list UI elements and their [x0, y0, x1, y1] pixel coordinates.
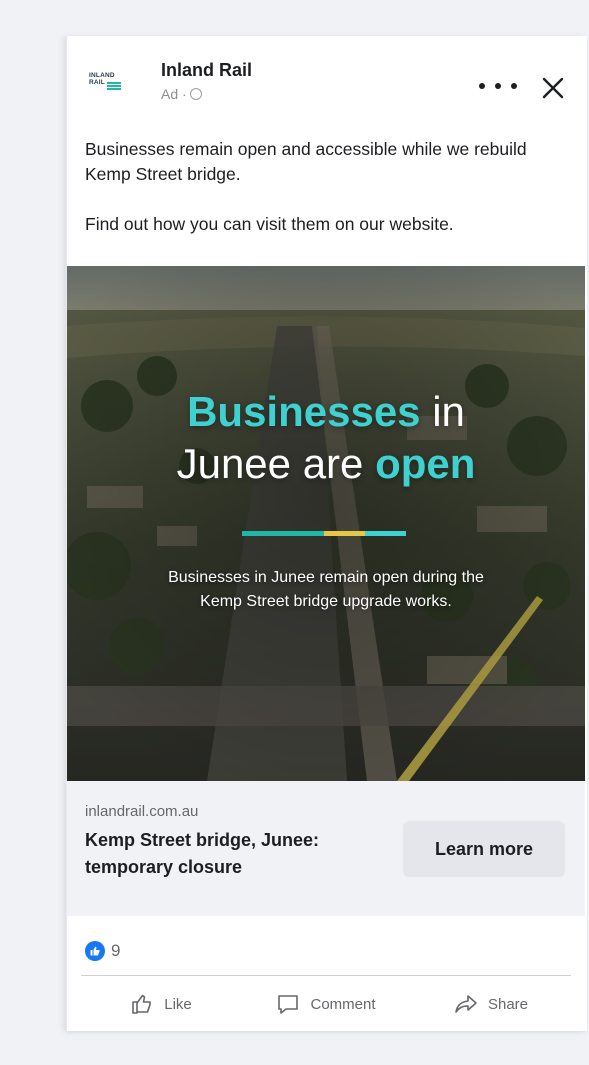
color-divider-bar — [242, 531, 406, 536]
like-button[interactable]: Like — [81, 984, 241, 1024]
post-header: INLAND RAIL Inland Rail Ad · — [67, 36, 587, 126]
divider-segment — [283, 531, 324, 536]
logo-text-top: INLAND — [89, 72, 115, 79]
headline-word-open: open — [375, 440, 476, 487]
creative-headline: Businesses in Junee are open — [67, 386, 585, 490]
headline-word-junee-are: Junee are — [176, 440, 376, 487]
comment-bubble-icon — [278, 995, 299, 1014]
share-button[interactable]: Share — [411, 984, 571, 1024]
inland-rail-logo[interactable]: INLAND RAIL — [89, 72, 121, 96]
post-text-line-2: Find out how you can visit them on our w… — [85, 214, 454, 234]
post-action-bar: Like Comment Share — [81, 984, 571, 1024]
link-domain: inlandrail.com.au — [85, 803, 199, 820]
divider — [81, 975, 571, 976]
divider-segment — [242, 531, 283, 536]
page-name[interactable]: Inland Rail — [161, 60, 252, 81]
ad-label: Ad · — [161, 86, 187, 102]
comment-label: Comment — [310, 995, 376, 1013]
ad-creative-image[interactable]: Businesses in Junee are open Businesses … — [67, 266, 585, 781]
reaction-summary[interactable]: 9 — [85, 939, 120, 963]
headline-word-businesses: Businesses — [187, 388, 421, 435]
share-label: Share — [487, 995, 529, 1013]
learn-more-button[interactable]: Learn more — [403, 821, 565, 877]
headline-word-in: in — [420, 388, 465, 435]
creative-subtext: Businesses in Junee remain open during t… — [168, 569, 484, 610]
aerial-town-photo — [67, 266, 585, 781]
close-icon[interactable] — [541, 76, 565, 100]
link-preview[interactable]: inlandrail.com.au Kemp Street bridge, Ju… — [67, 781, 585, 916]
sponsored-label: Ad · — [161, 86, 202, 102]
like-label: Like — [164, 995, 192, 1013]
post-text-line-1: Businesses remain open and accessible wh… — [85, 139, 527, 184]
thumbs-up-icon — [132, 994, 152, 1014]
share-arrow-icon — [455, 995, 477, 1013]
reaction-count: 9 — [111, 941, 121, 960]
like-reaction-icon — [85, 941, 105, 961]
more-options-icon[interactable] — [479, 74, 517, 98]
divider-segment — [324, 531, 365, 536]
link-title[interactable]: Kemp Street bridge, Junee: temporary clo… — [85, 827, 385, 881]
divider-segment — [365, 531, 406, 536]
post-body-text: Businesses remain open and accessible wh… — [85, 137, 575, 237]
comment-button[interactable]: Comment — [246, 984, 406, 1024]
globe-icon — [189, 88, 202, 100]
logo-bars-icon — [107, 82, 121, 90]
ad-post-card: INLAND RAIL Inland Rail Ad · Businesses … — [66, 36, 587, 1031]
